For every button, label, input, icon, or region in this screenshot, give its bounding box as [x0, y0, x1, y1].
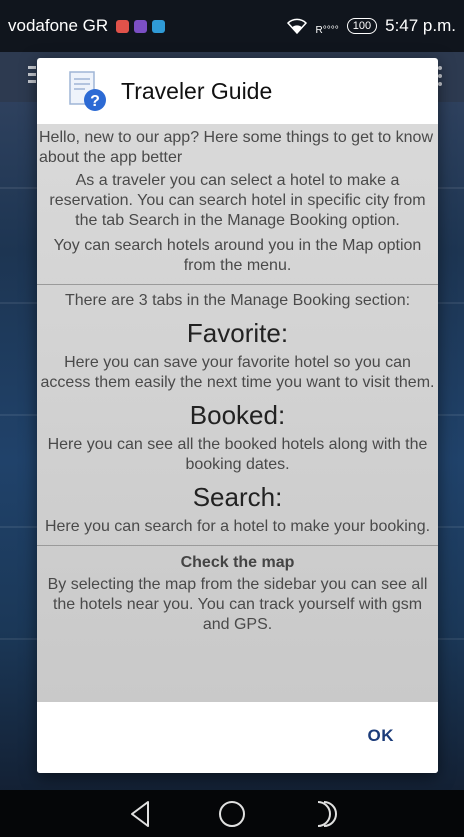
map-section: Check the map By selecting the map from … — [37, 546, 438, 643]
clock: 5:47 p.m. — [385, 16, 456, 35]
favorite-text: Here you can save your favorite hotel so… — [40, 354, 435, 391]
search-heading: Search: — [192, 482, 283, 512]
search-text: Here you can search for a hotel to make … — [44, 518, 431, 535]
system-nav-bar — [0, 790, 464, 837]
ok-button[interactable]: OK — [368, 726, 395, 746]
traveler-guide-dialog: ? Traveler Guide Hello, new to our app? … — [37, 58, 438, 773]
notification-icon — [116, 19, 130, 33]
booked-text: Here you can see all the booked hotels a… — [47, 436, 428, 473]
booked-heading: Booked: — [189, 400, 286, 430]
signal-icon: R°°°° — [315, 24, 339, 36]
carrier-name: vodafone GR — [8, 16, 109, 35]
menu-icon[interactable] — [28, 66, 36, 88]
status-bar: vodafone GR R°°°° 100 5:47 p.m. — [0, 0, 464, 52]
search-instructions: As a traveler you can select a hotel to … — [49, 172, 426, 229]
favorite-heading: Favorite: — [186, 318, 289, 348]
intro-text: Hello, new to our app? Here some things … — [39, 129, 433, 166]
dialog-body: Hello, new to our app? Here some things … — [37, 124, 438, 702]
overflow-menu-icon[interactable] — [438, 66, 442, 88]
wifi-icon — [286, 18, 307, 34]
home-icon[interactable] — [217, 799, 247, 829]
dialog-title: Traveler Guide — [121, 77, 273, 104]
back-icon[interactable] — [126, 799, 156, 829]
map-text: By selecting the map from the sidebar yo… — [47, 576, 428, 633]
map-heading: Check the map — [180, 554, 295, 571]
help-document-icon: ? — [67, 70, 109, 112]
dialog-footer: OK — [37, 702, 438, 773]
dialog-header: ? Traveler Guide — [37, 58, 438, 124]
notification-icon — [152, 19, 166, 33]
map-instructions: Yoy can search hotels around you in the … — [53, 237, 422, 274]
intro-section: Hello, new to our app? Here some things … — [37, 124, 438, 285]
svg-text:?: ? — [90, 93, 100, 110]
battery-icon: 100 — [346, 18, 378, 34]
notification-icon — [134, 19, 148, 33]
tabs-intro: There are 3 tabs in the Manage Booking s… — [64, 292, 411, 309]
recents-icon[interactable] — [308, 799, 338, 829]
tabs-section: There are 3 tabs in the Manage Booking s… — [37, 285, 438, 546]
